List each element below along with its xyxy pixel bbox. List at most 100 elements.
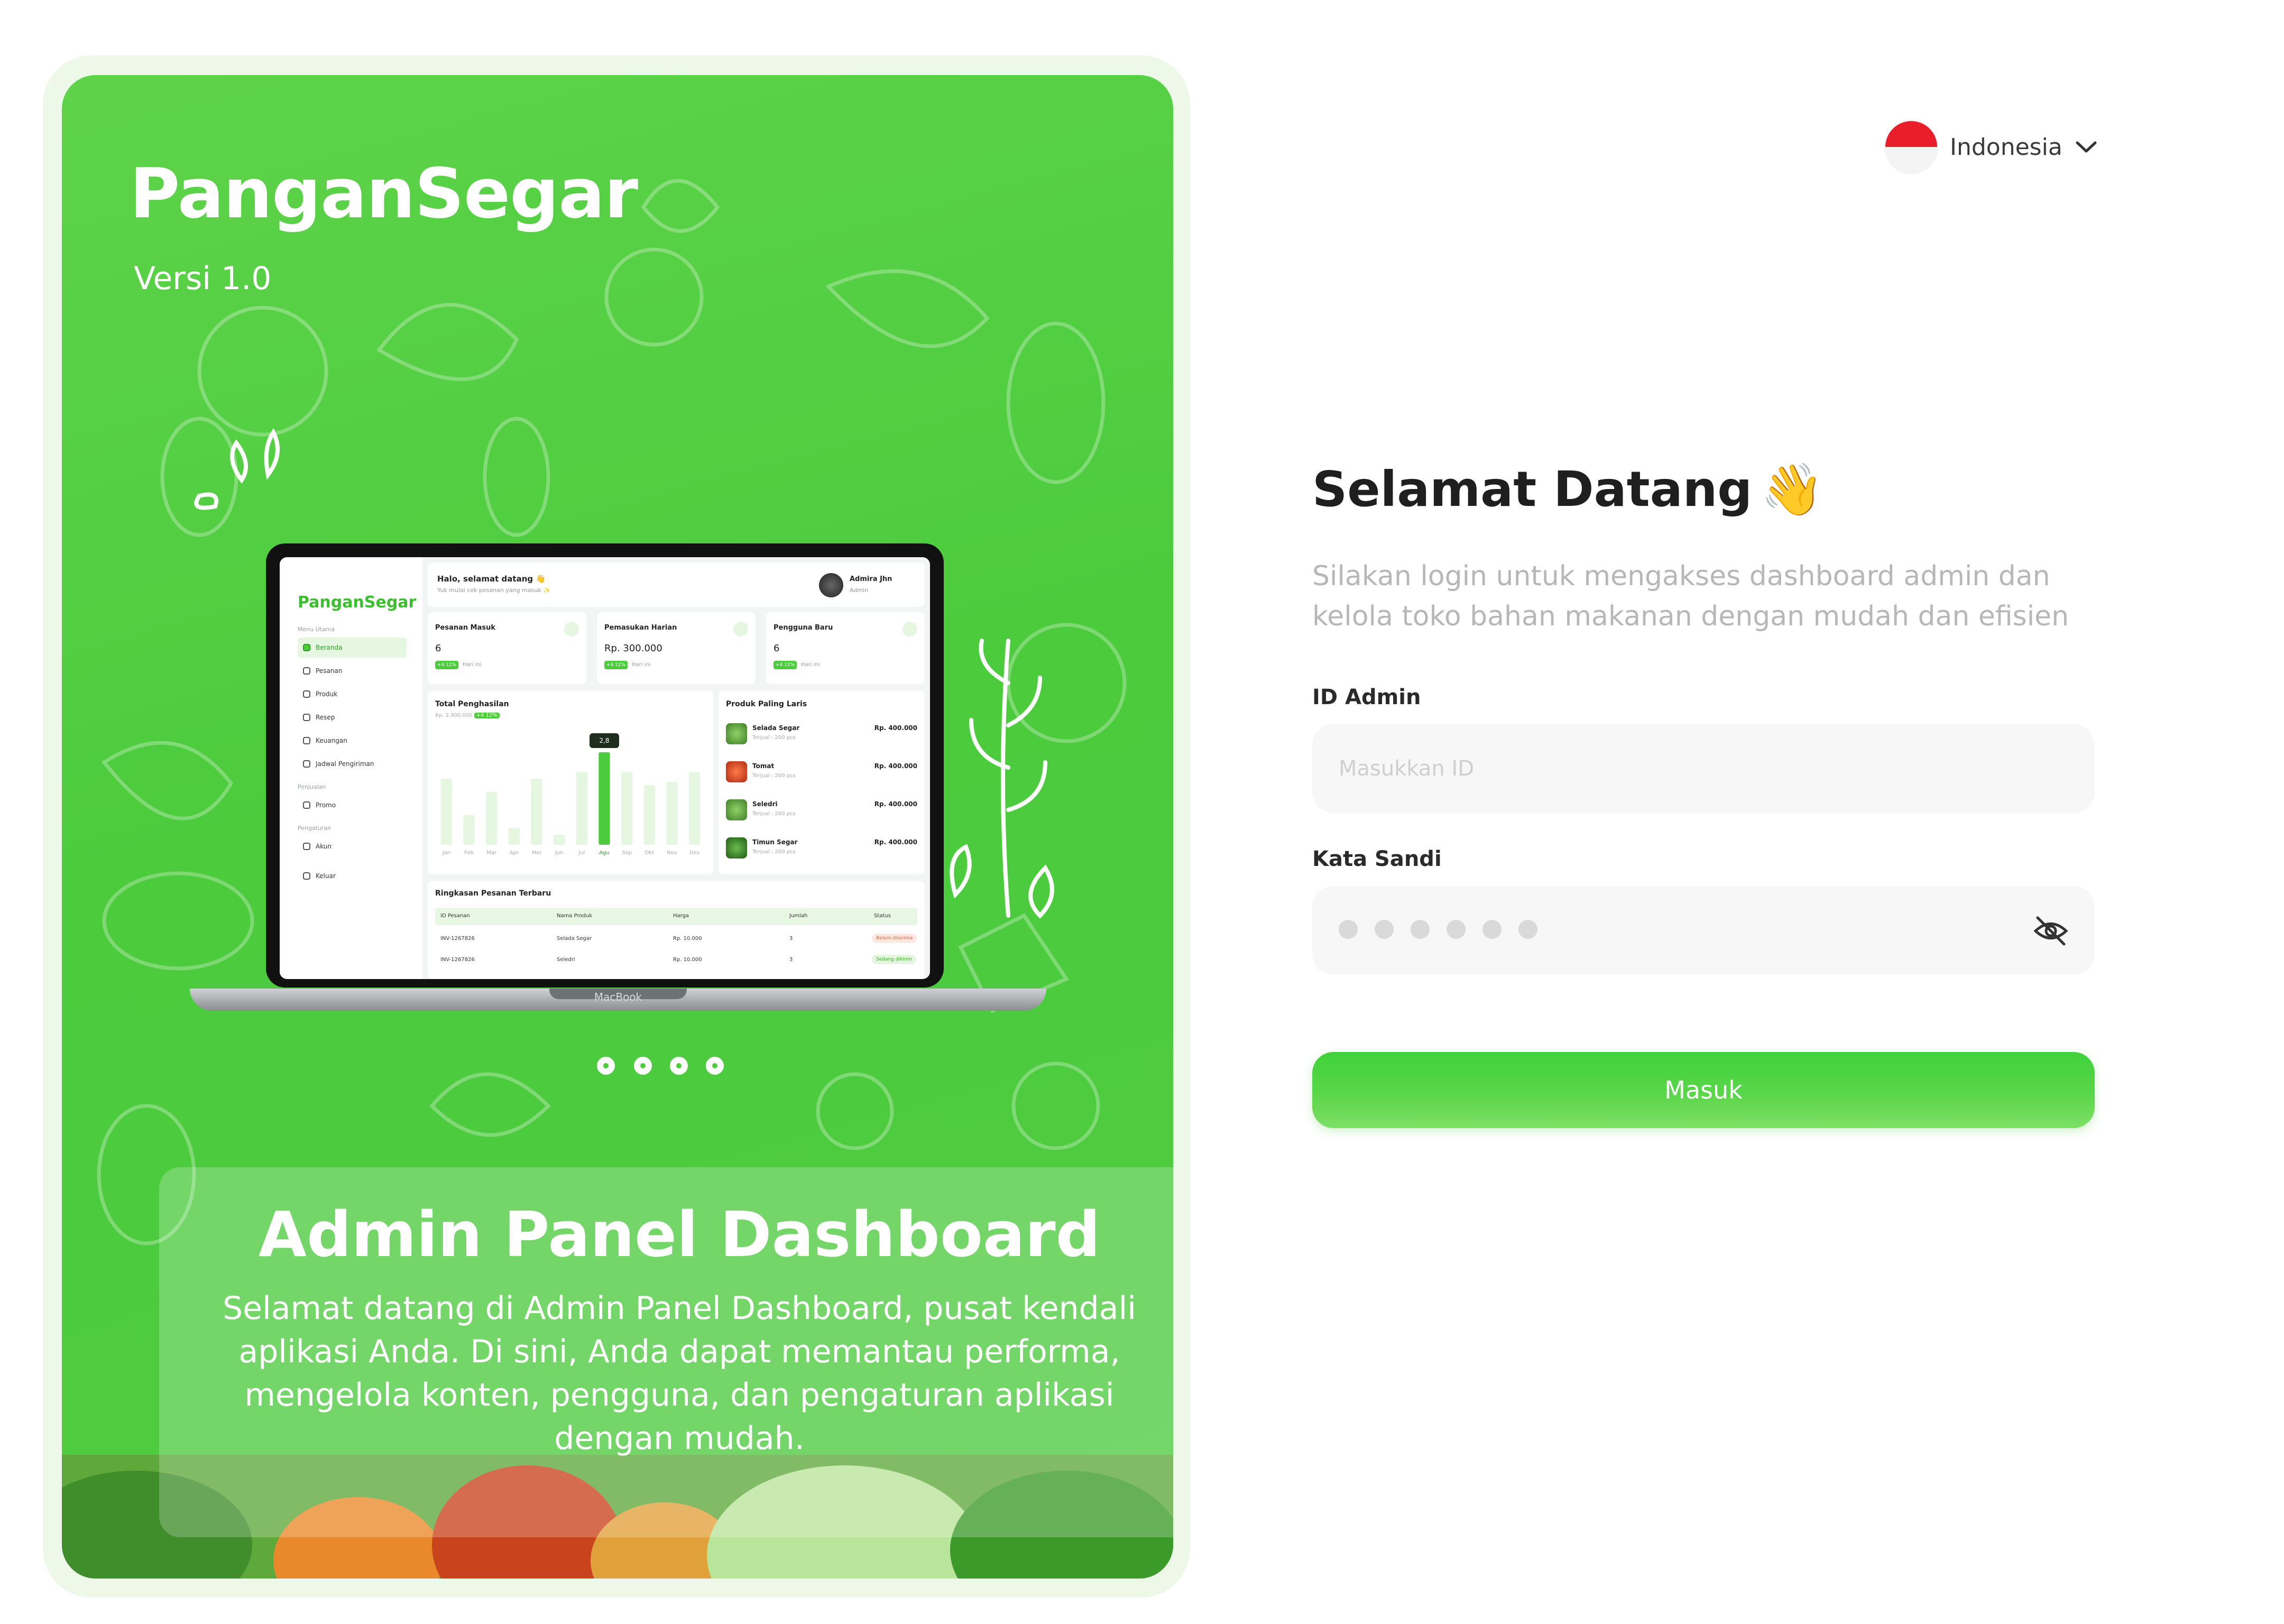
carousel-indicator[interactable] — [597, 1057, 724, 1078]
login-intro: Silakan login untuk mengakses dashboard … — [1312, 560, 2069, 632]
flag-red-band — [1885, 121, 1937, 147]
stat-title: Pengguna Baru — [773, 624, 833, 632]
preview-greeting: Halo, selamat datang 👋 — [437, 574, 546, 584]
money-icon — [733, 622, 748, 636]
table-header-cell: Harga — [673, 913, 689, 919]
stat-badge: +4 12% — [435, 661, 458, 669]
flag-white-band — [1885, 147, 1937, 173]
dashboard-preview: PanganSegar Menu Utama Beranda Pesanan P… — [280, 557, 930, 979]
preview-menu-item: Keuangan — [298, 731, 407, 751]
product-sold: Terjual : 200 pcs — [752, 849, 796, 855]
promo-icon — [303, 801, 310, 809]
preview-menu-label: Keluar — [316, 872, 336, 880]
stat-value: 6 — [435, 643, 441, 654]
table-header-cell: ID Pesanan — [440, 913, 470, 919]
table-cell: Rp. 10.000 — [673, 936, 702, 942]
status-badge: Belum diterima — [872, 934, 917, 943]
chart-bar — [486, 792, 498, 845]
waving-hand-icon: 👋 — [1761, 459, 1824, 519]
laptop-label: MacBook — [594, 991, 642, 1003]
chart-subtitle: Rp. 2.900.000 +4 12% — [435, 713, 500, 718]
preview-section-label: Penjualan — [298, 783, 326, 790]
indonesia-flag-icon — [1885, 121, 1937, 173]
chart-title: Total Penghasilan — [435, 700, 509, 708]
hero-heading: Admin Panel Dashboard — [258, 1198, 1101, 1271]
password-dot — [1447, 920, 1466, 939]
product-row: Selada Segar Terjual : 200 pcs Rp. 400.0… — [726, 720, 917, 752]
preview-menu-label: Beranda — [316, 644, 343, 651]
table-cell: Rp. 10.000 — [673, 957, 702, 963]
best-seller-title: Produk Paling Laris — [726, 700, 807, 708]
chart-bar — [576, 772, 587, 845]
preview-menu-label: Produk — [316, 690, 338, 698]
stat-value: Rp. 300.000 — [604, 643, 662, 654]
chart-tick-label: Jan — [442, 850, 450, 856]
bar-chart: Jan Feb Mar Apr Mei Jun Jul Agu Sep Okt Nov Des — [440, 752, 701, 856]
chart-tick-label: Nov — [667, 850, 677, 856]
preview-menu-item: Produk — [298, 684, 407, 704]
user-icon — [303, 843, 310, 850]
password-dot — [1411, 920, 1430, 939]
product-name: Timun Segar — [752, 838, 798, 846]
id-admin-field[interactable] — [1312, 724, 2095, 813]
preview-menu-item: Beranda — [298, 638, 407, 658]
table-title: Ringkasan Pesanan Terbaru — [435, 889, 551, 898]
preview-menu-item: Pesanan — [298, 661, 407, 681]
chart-tick-label: Agu — [599, 850, 610, 856]
order-icon — [303, 667, 310, 675]
chart-tick-label: Mei — [532, 850, 541, 856]
product-row: Tomat Terjual : 200 pcs Rp. 400.000 — [726, 758, 917, 790]
product-row: Seledri Terjual : 200 pcs Rp. 400.000 — [726, 796, 917, 828]
product-row: Timun Segar Terjual : 200 pcs Rp. 400.00… — [726, 834, 917, 866]
table-header: ID Pesanan Nama Produk Harga Jumlah Stat… — [435, 908, 917, 925]
carousel-dot[interactable] — [706, 1057, 724, 1075]
chart-tooltip: 2,8 — [590, 733, 619, 748]
table-cell: Selada Segar — [557, 936, 592, 942]
product-price: Rp. 400.000 — [874, 800, 917, 808]
welcome-title: Selamat Datang — [1312, 461, 1753, 518]
carousel-dot[interactable] — [634, 1057, 652, 1075]
product-icon — [303, 690, 310, 698]
cucumber-thumbnail — [726, 837, 747, 859]
chart-tick-label: Mar — [486, 850, 497, 856]
chart-bar — [531, 779, 542, 845]
preview-menu-label: Promo — [316, 801, 336, 809]
preview-user-role: Admin — [850, 587, 869, 594]
carousel-dot[interactable] — [670, 1057, 688, 1075]
carousel-dot[interactable] — [597, 1057, 615, 1075]
table-cell: 3 — [789, 936, 793, 942]
stat-note: Hari ini — [801, 662, 820, 668]
stat-note: Hari ini — [463, 662, 482, 668]
product-price: Rp. 400.000 — [874, 838, 917, 846]
table-header-cell: Status — [874, 913, 891, 919]
status-badge: Sedang dikirim — [872, 955, 916, 964]
login-button[interactable]: Masuk — [1312, 1052, 2095, 1128]
chart-tick-label: Feb — [464, 850, 474, 856]
recipe-icon — [303, 714, 310, 721]
language-selector[interactable]: Indonesia — [1885, 121, 2097, 173]
preview-section-label: Pengaturan — [298, 825, 331, 832]
best-seller-panel: Produk Paling Laris Selada Segar Terjual… — [719, 690, 925, 874]
id-admin-input[interactable] — [1339, 724, 2068, 813]
id-admin-label: ID Admin — [1312, 685, 1421, 709]
chart-tick-label: Apr — [510, 850, 519, 856]
logout-icon — [303, 872, 310, 880]
table-cell: 3 — [789, 957, 793, 963]
stat-title: Pemasukan Harian — [604, 624, 677, 632]
password-dot — [1518, 920, 1537, 939]
stat-badge: +4 12% — [773, 661, 797, 669]
chart-subtitle-value: Rp. 2.900.000 — [435, 713, 473, 718]
chart-tick-label: Okt — [645, 850, 655, 856]
preview-greeting-sub: Yuk mulai cek pesanan yang masuk ✨ — [437, 587, 550, 594]
calendar-icon — [303, 760, 310, 768]
password-mask[interactable] — [1339, 920, 1537, 939]
version-label: Versi 1.0 — [134, 260, 272, 297]
home-icon — [303, 644, 310, 651]
product-price: Rp. 400.000 — [874, 762, 917, 770]
eye-off-icon[interactable] — [2032, 912, 2069, 949]
password-field[interactable] — [1312, 886, 2095, 975]
stat-note: Hari ini — [632, 662, 651, 668]
hero-panel: PanganSegar Versi 1.0 PanganSegar Menu U… — [62, 75, 1173, 1579]
chart-bar — [598, 752, 610, 845]
language-label: Indonesia — [1950, 133, 2062, 161]
